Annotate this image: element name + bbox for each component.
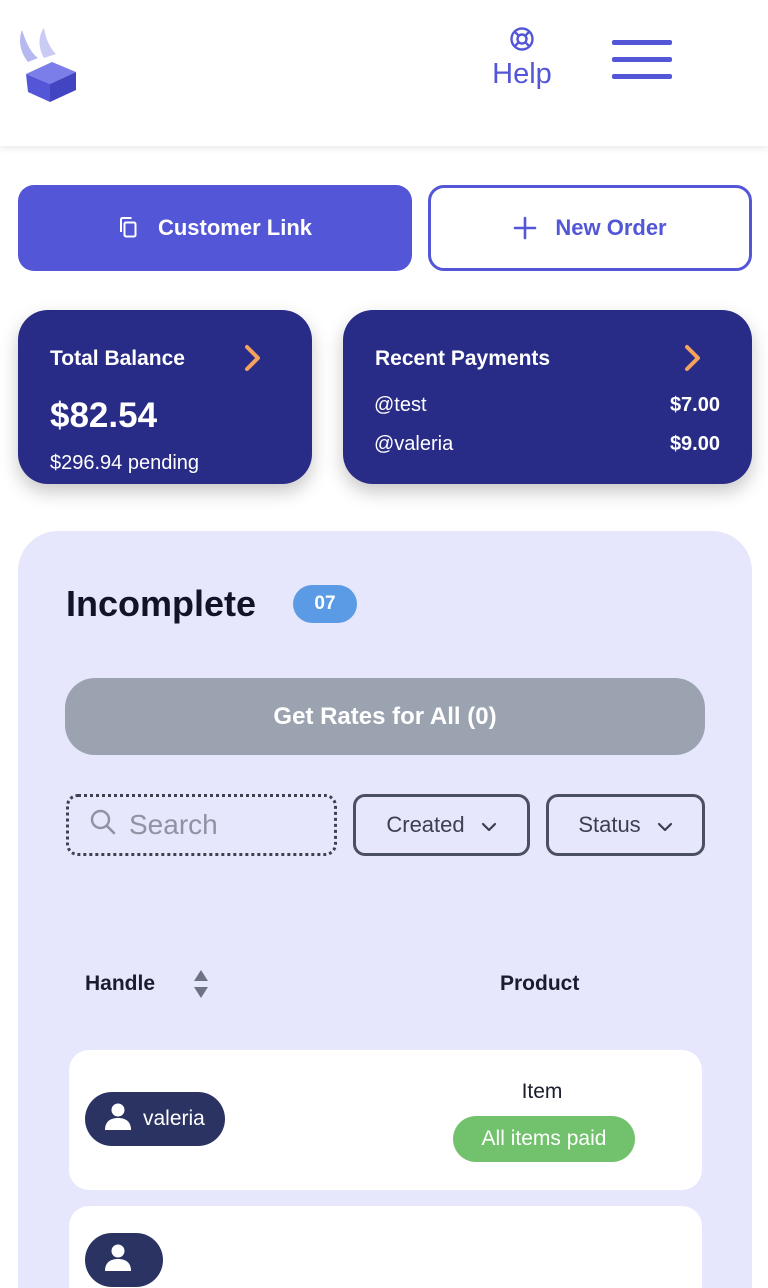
new-order-label: New Order	[555, 215, 667, 240]
customer-link-label: Customer Link	[157, 215, 313, 240]
balance-pending: $296.94 pending	[50, 452, 200, 474]
payment-handle: @valeria	[374, 433, 454, 455]
status-filter-dropdown[interactable]: Status	[546, 794, 705, 856]
search-input[interactable]: Search	[66, 794, 337, 856]
sort-icon[interactable]	[192, 968, 210, 1005]
chevron-down-icon	[465, 812, 497, 838]
payment-amount: $7.00	[669, 394, 720, 416]
new-order-button[interactable]: New Order	[428, 185, 752, 271]
status-badge: All items paid	[453, 1116, 635, 1162]
payment-row: @valeria $9.00	[374, 433, 720, 456]
handle-pill[interactable]: valeria	[85, 1092, 225, 1146]
lifebuoy-icon	[486, 26, 558, 52]
user-icon	[103, 1101, 143, 1137]
column-header-handle[interactable]: Handle	[85, 972, 155, 996]
payment-handle: @test	[374, 394, 427, 416]
total-balance-title: Total Balance	[50, 347, 185, 370]
user-icon	[103, 1242, 143, 1278]
balance-amount: $82.54	[50, 396, 158, 435]
incomplete-orders-panel: Incomplete 07 Get Rates for All (0) Sear…	[18, 531, 752, 1288]
copy-icon	[118, 216, 140, 240]
payment-amount: $9.00	[669, 433, 720, 455]
incomplete-title: Incomplete	[66, 583, 257, 624]
status-filter-label: Status	[578, 812, 641, 837]
winged-box-logo[interactable]	[16, 28, 80, 104]
table-row[interactable]	[69, 1206, 702, 1288]
handle-pill[interactable]	[85, 1233, 163, 1287]
chevron-down-icon	[641, 812, 673, 838]
recent-payments-title: Recent Payments	[375, 347, 551, 370]
product-name: Item	[521, 1080, 563, 1103]
chevron-right-icon[interactable]	[244, 344, 262, 377]
created-filter-label: Created	[386, 812, 465, 837]
search-icon	[89, 808, 129, 843]
help-button[interactable]: Help	[486, 26, 558, 102]
table-row[interactable]: valeria Item All items paid	[69, 1050, 702, 1190]
column-header-product: Product	[500, 972, 580, 995]
recent-payments-card[interactable]: Recent Payments @test $7.00 @valeria $9.…	[343, 310, 752, 484]
top-header: Help	[0, 0, 768, 146]
created-filter-dropdown[interactable]: Created	[353, 794, 530, 856]
plus-icon	[513, 216, 537, 240]
total-balance-card[interactable]: Total Balance $82.54 $296.94 pending	[18, 310, 312, 484]
payment-row: @test $7.00	[374, 394, 720, 417]
get-rates-all-button[interactable]: Get Rates for All (0)	[65, 678, 705, 755]
customer-link-button[interactable]: Customer Link	[18, 185, 412, 271]
incomplete-count-badge: 07	[293, 585, 357, 623]
help-label: Help	[492, 58, 552, 90]
search-placeholder: Search	[129, 809, 218, 840]
chevron-right-icon[interactable]	[684, 344, 702, 377]
hamburger-menu-icon[interactable]	[612, 40, 672, 84]
handle-name: valeria	[143, 1107, 205, 1130]
